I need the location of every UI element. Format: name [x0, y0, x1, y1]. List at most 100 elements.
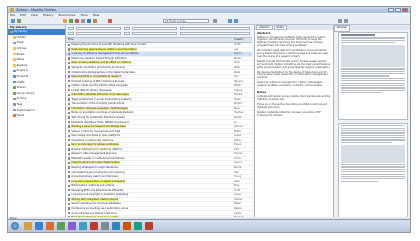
search-input[interactable]: All Fields & Tags	[163, 18, 209, 23]
paragraph: Reference management software helps rese…	[257, 35, 326, 48]
taskbar-app-icon[interactable]	[57, 222, 65, 230]
filter-field-2[interactable]	[132, 26, 177, 30]
item-title: Metadata quality in institutional reposi…	[71, 157, 234, 160]
folder-icon	[13, 52, 16, 56]
locate-icon[interactable]	[81, 18, 85, 23]
taskbar-app-icon[interactable]	[46, 222, 54, 230]
item-title: Licensing and copyright in academic publ…	[71, 193, 234, 196]
item-detail-pane: Abstract Notes Abstract Reference manage…	[254, 25, 333, 221]
app-window: Zotero - Mozilla Firefox File Edit View …	[7, 6, 411, 233]
filter-field-3[interactable]	[180, 26, 250, 30]
toolbar: All Fields & Tags	[8, 17, 410, 25]
taskbar-app-icon[interactable]	[145, 222, 153, 230]
new-item-icon[interactable]	[63, 18, 67, 23]
item-type-icon	[68, 75, 71, 78]
item-creator: Wright	[234, 102, 242, 106]
item-creator: Carter	[234, 211, 242, 215]
item-title-text: Writing with integrated citation plugins	[71, 197, 119, 201]
item-type-icon	[68, 175, 71, 178]
item-title-text: Licensing and copyright in academic publ…	[71, 193, 129, 197]
taskbar-app-icon[interactable]	[101, 222, 109, 230]
close-button[interactable]	[402, 8, 408, 12]
new-note-icon[interactable]	[75, 18, 79, 23]
taskbar-app-icon[interactable]	[68, 222, 76, 230]
item-title-text: Metadata quality in institutional reposi…	[71, 156, 125, 160]
sync-icon[interactable]	[87, 18, 91, 23]
preview-page-2[interactable]	[338, 123, 408, 218]
item-creator: Müller	[234, 84, 242, 88]
column-creator[interactable]: Creator	[232, 38, 244, 42]
column-title[interactable]: Title	[66, 38, 232, 42]
item-title: Building a personal research knowledge b…	[71, 125, 234, 129]
taskbar-app-icon[interactable]	[134, 222, 142, 230]
filter-op-select-2[interactable]	[124, 31, 130, 35]
folder-icon	[13, 64, 16, 67]
maximize-button[interactable]	[395, 8, 401, 12]
figure-thumbnail-2	[341, 144, 405, 163]
filter-field-5[interactable]	[132, 31, 177, 35]
taskbar-app-icon[interactable]	[35, 222, 43, 230]
sidebar-item-label: Articles	[16, 47, 27, 51]
add-attachment-icon[interactable]	[69, 18, 73, 23]
start-button[interactable]	[11, 222, 19, 230]
tab-abstract[interactable]: Abstract	[256, 25, 273, 30]
item-title-text: Long-term preservation of digital schola…	[71, 179, 126, 183]
sidebar-item[interactable]: Feeds	[8, 113, 65, 119]
folder-icon	[13, 41, 16, 45]
item-type-icon	[68, 189, 71, 192]
item-title-text: Measuring research impact through altmet…	[71, 56, 127, 60]
item-title: Mapping the structure of scientific lite…	[71, 43, 234, 46]
document-preview-pane: Preview	[333, 25, 410, 221]
folder-icon	[13, 114, 16, 117]
item-creator: Nelson	[234, 206, 243, 210]
filter-field-1[interactable]	[76, 26, 121, 30]
item-type-icon	[68, 70, 71, 74]
folder-icon	[13, 36, 16, 39]
item-title: Reproducibility in computational researc…	[71, 75, 234, 79]
new-collection-icon[interactable]	[11, 18, 15, 23]
item-creator: Rossi	[234, 70, 241, 74]
filter-field-4[interactable]	[76, 31, 121, 35]
taskbar-app-icon[interactable]	[24, 222, 32, 230]
filter-field-select-2[interactable]	[68, 31, 74, 35]
tab-preview[interactable]: Preview	[334, 25, 350, 32]
item-type-icon	[68, 52, 71, 56]
tag-icon[interactable]	[93, 18, 97, 23]
item-title-text: A survey of reference management tools a…	[71, 52, 139, 56]
item-type-icon	[68, 170, 71, 174]
folder-icon	[13, 75, 16, 78]
taskbar-app-icon[interactable]	[123, 222, 131, 230]
item-title-text: Automatic metadata extraction from web p…	[71, 93, 129, 97]
taskbar-app-icon[interactable]	[79, 222, 87, 230]
window-title: Zotero - Mozilla Firefox	[16, 7, 56, 12]
tab-notes[interactable]: Notes	[273, 25, 287, 30]
search-options-icon[interactable]	[213, 18, 217, 23]
next-icon[interactable]	[234, 18, 238, 23]
filter-field-select[interactable]	[68, 26, 74, 30]
item-title-text: Research data management planning	[71, 152, 117, 156]
minimize-button[interactable]	[388, 8, 394, 12]
filter-field-6[interactable]	[180, 31, 250, 35]
figure-thumbnail	[341, 44, 405, 67]
item-type-icon	[68, 125, 71, 128]
item-creator: Kim	[234, 75, 239, 79]
paragraph: Compare with earlier survey results; che…	[257, 95, 331, 101]
taskbar-app-icon[interactable]	[112, 222, 120, 230]
taskbar-app-icon[interactable]	[90, 222, 98, 230]
item-creator: Baker	[234, 202, 241, 206]
previous-icon[interactable]	[228, 18, 232, 23]
filter-op-select[interactable]	[124, 26, 130, 30]
items-pane: Title Creator Mapping the structure of s…	[66, 25, 252, 221]
fullscreen-icon[interactable]	[344, 18, 348, 23]
layout-icon[interactable]	[338, 18, 342, 23]
item-type-icon	[68, 184, 71, 187]
item-creator: Green	[234, 193, 242, 197]
item-title: Automated keyword extraction and indexin…	[71, 171, 234, 174]
new-group-icon[interactable]	[17, 18, 21, 23]
item-title-text: Collaborative bibliographies in the digi…	[71, 70, 135, 74]
remove-icon[interactable]	[108, 18, 112, 23]
sidebar-item-label: Group Library	[16, 91, 35, 95]
preview-page-1[interactable]	[338, 32, 408, 120]
item-title: Linked data for library catalogues	[71, 89, 234, 92]
sidebar-item-label: Reading	[16, 63, 28, 67]
